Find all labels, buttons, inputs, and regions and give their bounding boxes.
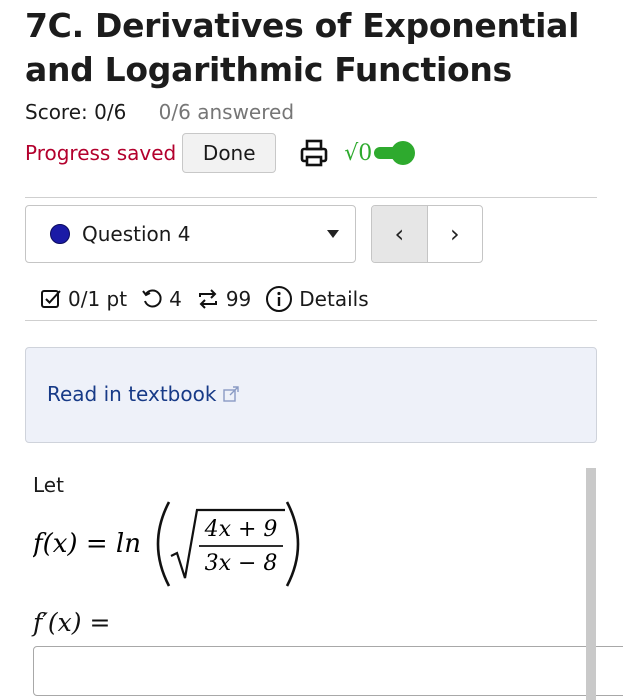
points-info: 0/1 pt bbox=[40, 287, 127, 311]
regenerations-count: 99 bbox=[225, 287, 252, 311]
question-meta: 0/1 pt 4 99 Details bbox=[40, 283, 383, 315]
checkbox-icon bbox=[41, 290, 61, 308]
textbook-link-label: Read in textbook bbox=[47, 382, 217, 406]
divider bbox=[25, 197, 597, 198]
details-label: Details bbox=[299, 287, 369, 311]
sqrt-icon: √0 bbox=[344, 140, 373, 166]
question-status-dot bbox=[50, 224, 70, 244]
answer-field[interactable] bbox=[33, 646, 623, 696]
math-entry-toggle[interactable]: √0 bbox=[344, 138, 420, 168]
left-paren bbox=[156, 501, 171, 587]
function-lhs: f(x) = ln bbox=[33, 529, 141, 559]
answered-count: 0/6 answered bbox=[158, 100, 295, 124]
question-nav: ‹ › bbox=[371, 205, 483, 263]
scrollbar[interactable] bbox=[586, 468, 596, 700]
regenerations-info: 99 bbox=[196, 287, 251, 311]
right-paren bbox=[285, 501, 300, 587]
score-row: Score: 0/6 0/6 answered bbox=[25, 98, 294, 126]
divider bbox=[25, 320, 597, 321]
regenerate-icon bbox=[198, 289, 217, 309]
attempts-info: 4 bbox=[141, 287, 182, 311]
function-formula: f(x) = ln 4x + 9 3x − 8 bbox=[33, 501, 300, 587]
read-in-textbook-link[interactable]: Read in textbook bbox=[47, 382, 240, 406]
question-selector[interactable]: Question 4 bbox=[25, 205, 356, 263]
textbook-panel: Read in textbook bbox=[25, 347, 597, 443]
progress-status: Progress saved bbox=[25, 141, 177, 165]
details-button[interactable]: Details bbox=[265, 285, 369, 313]
external-link-icon bbox=[223, 386, 240, 402]
done-button[interactable]: Done bbox=[182, 133, 277, 173]
score-text: Score: 0/6 bbox=[25, 100, 127, 124]
question-selector-label: Question 4 bbox=[82, 222, 191, 246]
attempts-count: 4 bbox=[169, 287, 182, 311]
save-row: Progress saved Done √0 bbox=[25, 132, 420, 174]
printer-icon[interactable] bbox=[298, 137, 330, 169]
fraction-numerator: 4x + 9 bbox=[204, 517, 278, 542]
next-question-button[interactable]: › bbox=[428, 206, 483, 262]
retry-icon bbox=[142, 289, 162, 308]
derivative-prompt: f′(x) = bbox=[33, 608, 111, 637]
previous-question-button[interactable]: ‹ bbox=[372, 206, 428, 262]
assignment-title: 7C. Derivatives of Exponential and Logar… bbox=[25, 6, 580, 89]
info-icon bbox=[266, 286, 293, 312]
let-label: Let bbox=[33, 473, 64, 497]
toggle-switch[interactable] bbox=[372, 138, 420, 168]
chevron-down-icon bbox=[327, 230, 339, 238]
fraction-denominator: 3x − 8 bbox=[205, 551, 278, 576]
points-text: 0/1 pt bbox=[68, 287, 128, 311]
